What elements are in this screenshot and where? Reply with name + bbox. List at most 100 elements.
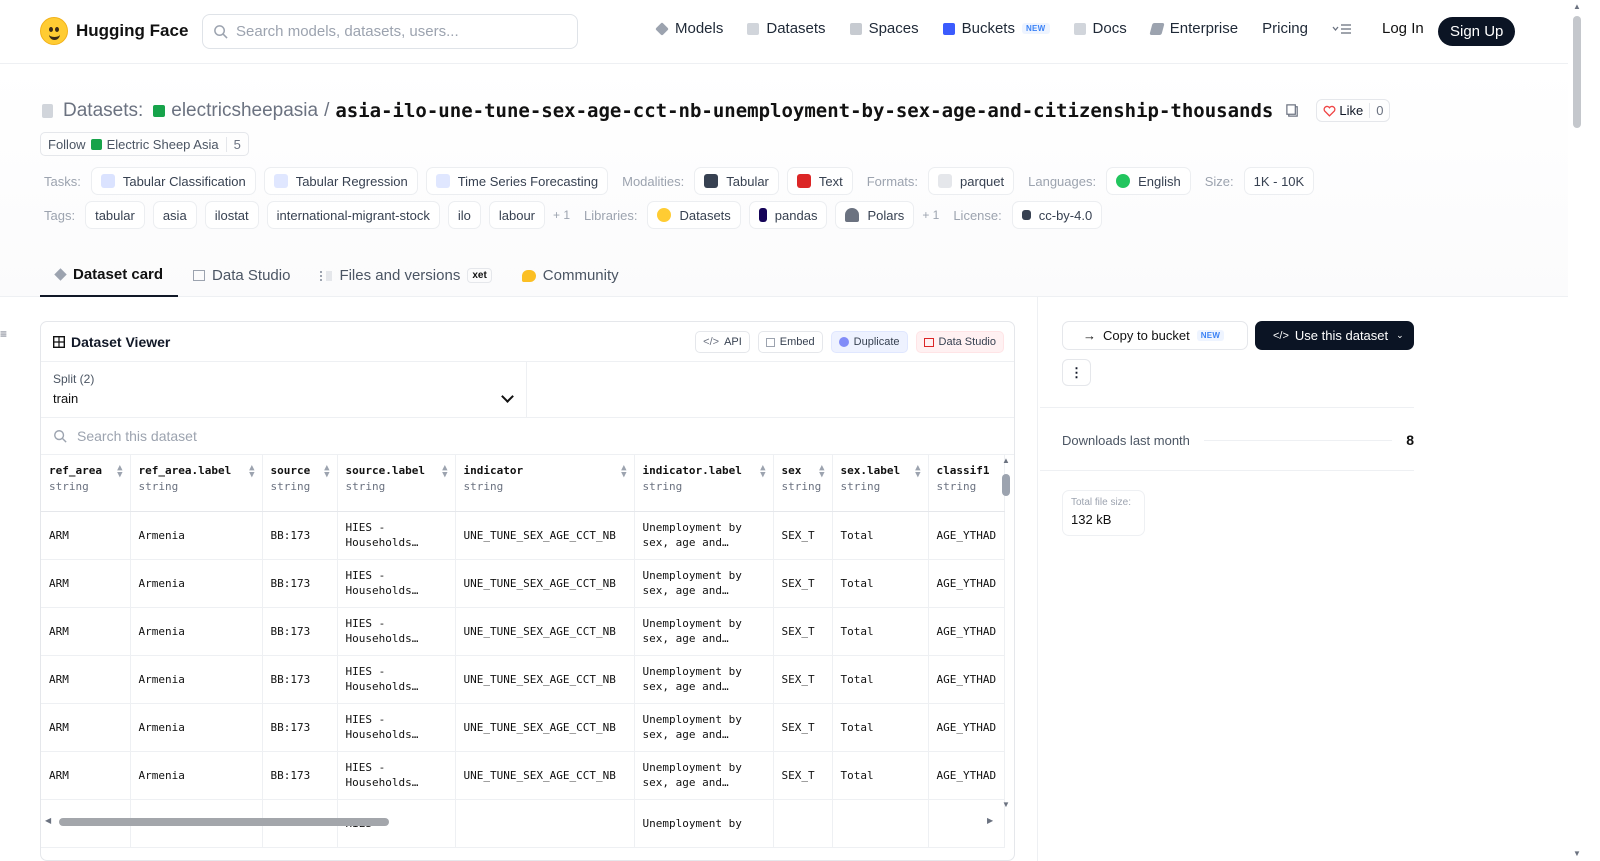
license-tag[interactable]: cc-by-4.0 <box>1011 201 1103 229</box>
scroll-right-icon[interactable]: ▶ <box>987 816 993 825</box>
modality-tag[interactable]: Text <box>786 167 853 195</box>
dataset-owner[interactable]: electricsheepasia <box>171 100 318 122</box>
tags-more[interactable]: + 1 <box>553 208 570 222</box>
follow-button[interactable]: Follow Electric Sheep Asia 5 <box>40 132 249 156</box>
libraries-more[interactable]: + 1 <box>922 208 939 222</box>
table-horizontal-scrollbar[interactable]: ◀ ▶ <box>41 816 1001 828</box>
like-button[interactable]: Like 0 <box>1316 99 1391 122</box>
data-studio-button[interactable]: Data Studio <box>915 331 1004 353</box>
sort-icon[interactable]: ▲ ▼ <box>442 464 447 480</box>
nav-pricing[interactable]: Pricing <box>1262 20 1308 37</box>
table-row[interactable]: ARM Armenia BB:173 HIES - Households… UNE_TU… <box>41 655 1006 704</box>
library-tag[interactable]: Datasets <box>647 201 741 229</box>
api-button[interactable]: </> API <box>695 331 750 353</box>
scrollbar-thumb[interactable] <box>1002 474 1010 496</box>
column-header[interactable]: classif1 string <box>928 455 1006 512</box>
global-search-input[interactable] <box>236 23 556 40</box>
tag-chip[interactable]: tabular <box>85 201 145 229</box>
scroll-left-icon[interactable]: ◀ <box>45 816 51 825</box>
like-label-wrap: Like <box>1317 103 1369 118</box>
follow-org: Electric Sheep Asia <box>106 136 219 152</box>
tag-chip[interactable]: ilostat <box>204 201 259 229</box>
column-header[interactable]: indicator.label string ▲ ▼ <box>634 455 774 512</box>
tab-files-and-versions[interactable]: Files and versions xet <box>305 254 506 297</box>
table-cell: Total <box>832 511 929 560</box>
sort-icon[interactable]: ▲ ▼ <box>621 464 626 480</box>
modality-tag[interactable]: Tabular <box>694 167 779 195</box>
column-header[interactable]: source.label string ▲ ▼ <box>337 455 456 512</box>
copy-to-bucket-button[interactable]: → Copy to bucket NEW <box>1062 321 1248 350</box>
brand-logo[interactable]: Hugging Face <box>40 17 188 45</box>
column-header[interactable]: source string ▲ ▼ <box>262 455 338 512</box>
login-link[interactable]: Log In <box>1382 20 1424 37</box>
task-tag[interactable]: Tabular Regression <box>263 167 418 195</box>
datasets-prefix[interactable]: Datasets: <box>63 100 143 122</box>
language-tag[interactable]: English <box>1106 167 1191 195</box>
btn-label: Data Studio <box>938 336 996 348</box>
column-type: string <box>840 480 881 493</box>
tag-chip[interactable]: international-migrant-stock <box>266 201 440 229</box>
table-row[interactable]: ARM Armenia BB:173 HIES - Households… UNE_TU… <box>41 511 1006 560</box>
table-row[interactable]: ARM Armenia BB:173 HIES - Households… UNE_TU… <box>41 607 1006 656</box>
duplicate-button[interactable]: Duplicate <box>830 331 908 353</box>
task-tag[interactable]: Tabular Classification <box>90 167 256 195</box>
nav-buckets[interactable]: Buckets NEW <box>942 20 1050 37</box>
page-scrollbar[interactable]: ▲ ▼ <box>1568 0 1600 861</box>
library-tag[interactable]: Polars <box>835 201 915 229</box>
toc-toggle-icon[interactable]: ≡ <box>0 327 7 341</box>
size-tag[interactable]: 1K - 10K <box>1243 167 1315 195</box>
sort-icon[interactable]: ▲ ▼ <box>117 464 122 480</box>
nav-docs[interactable]: Docs <box>1073 20 1127 37</box>
task-tag[interactable]: Time Series Forecasting <box>425 167 609 195</box>
table-cell: UNE_TUNE_SEX_AGE_CCT_NB <box>455 703 635 752</box>
dataset-search-input[interactable] <box>77 428 777 444</box>
sort-icon[interactable]: ▲ ▼ <box>249 464 254 480</box>
nav-models[interactable]: Models <box>655 20 723 37</box>
scrollbar-thumb[interactable] <box>59 818 389 826</box>
split-selector[interactable]: Split (2) train <box>41 362 527 417</box>
scroll-up-icon[interactable]: ▲ <box>1002 456 1010 465</box>
table-row[interactable]: ARM Armenia BB:173 HIES - Households… UNE_TU… <box>41 751 1006 800</box>
column-header[interactable]: indicator string ▲ ▼ <box>455 455 635 512</box>
copy-icon[interactable] <box>1285 103 1300 118</box>
embed-button[interactable]: Embed <box>757 331 823 353</box>
nav-more-menu[interactable] <box>1332 23 1352 35</box>
column-header[interactable]: sex string ▲ ▼ <box>773 455 833 512</box>
format-tag[interactable]: parquet <box>928 167 1015 195</box>
table-cell: UNE_TUNE_SEX_AGE_CCT_NB <box>455 607 635 656</box>
library-tag[interactable]: pandas <box>748 201 828 229</box>
sort-icon[interactable]: ▲ ▼ <box>760 464 765 480</box>
sort-icon[interactable]: ▲ ▼ <box>915 464 920 480</box>
tag-chip[interactable]: ilo <box>447 201 481 229</box>
table-row[interactable]: ARM Armenia BB:173 HIES - Households… UNE_TU… <box>41 559 1006 608</box>
arrow-right-icon: → <box>1083 328 1096 343</box>
tab-community[interactable]: Community <box>507 254 634 297</box>
tag-chip[interactable]: asia <box>152 201 197 229</box>
global-search[interactable] <box>202 14 578 49</box>
tab-dataset-card[interactable]: Dataset card <box>40 254 179 297</box>
dataset-name[interactable]: asia-ilo-une-tune-sex-age-cct-nb-unemplo… <box>335 100 1273 122</box>
tab-data-studio[interactable]: Data Studio <box>178 254 305 297</box>
signup-button[interactable]: Sign Up <box>1438 17 1516 46</box>
nav-enterprise[interactable]: Enterprise <box>1149 20 1238 37</box>
nav-spaces[interactable]: Spaces <box>849 20 919 37</box>
table-icon <box>53 335 65 348</box>
column-header[interactable]: ref_area.label string ▲ ▼ <box>130 455 263 512</box>
sort-icon[interactable]: ▲ ▼ <box>324 464 329 480</box>
scrollbar-thumb[interactable] <box>1573 16 1581 128</box>
scroll-down-icon[interactable]: ▼ <box>1573 849 1581 858</box>
dataset-search[interactable] <box>41 418 1014 455</box>
table-vertical-scrollbar[interactable]: ▲ ▼ <box>1001 456 1011 814</box>
column-header[interactable]: sex.label string ▲ ▼ <box>832 455 929 512</box>
table-row[interactable]: ARM Armenia BB:173 HIES - Households… UNE_TU… <box>41 703 1006 752</box>
table-cell: BB:173 <box>262 655 338 704</box>
use-this-dataset-button[interactable]: </> Use this dataset ⌄ <box>1255 321 1414 350</box>
more-options-button[interactable]: ⋮ <box>1062 359 1091 386</box>
scroll-down-icon[interactable]: ▼ <box>1002 800 1010 809</box>
nav-datasets[interactable]: Datasets <box>747 20 826 37</box>
column-type: string <box>49 480 89 493</box>
scroll-up-icon[interactable]: ▲ <box>1573 2 1581 11</box>
column-header[interactable]: ref_area string ▲ ▼ <box>41 455 131 512</box>
tag-chip[interactable]: labour <box>488 201 545 229</box>
sort-icon[interactable]: ▲ ▼ <box>819 464 824 480</box>
